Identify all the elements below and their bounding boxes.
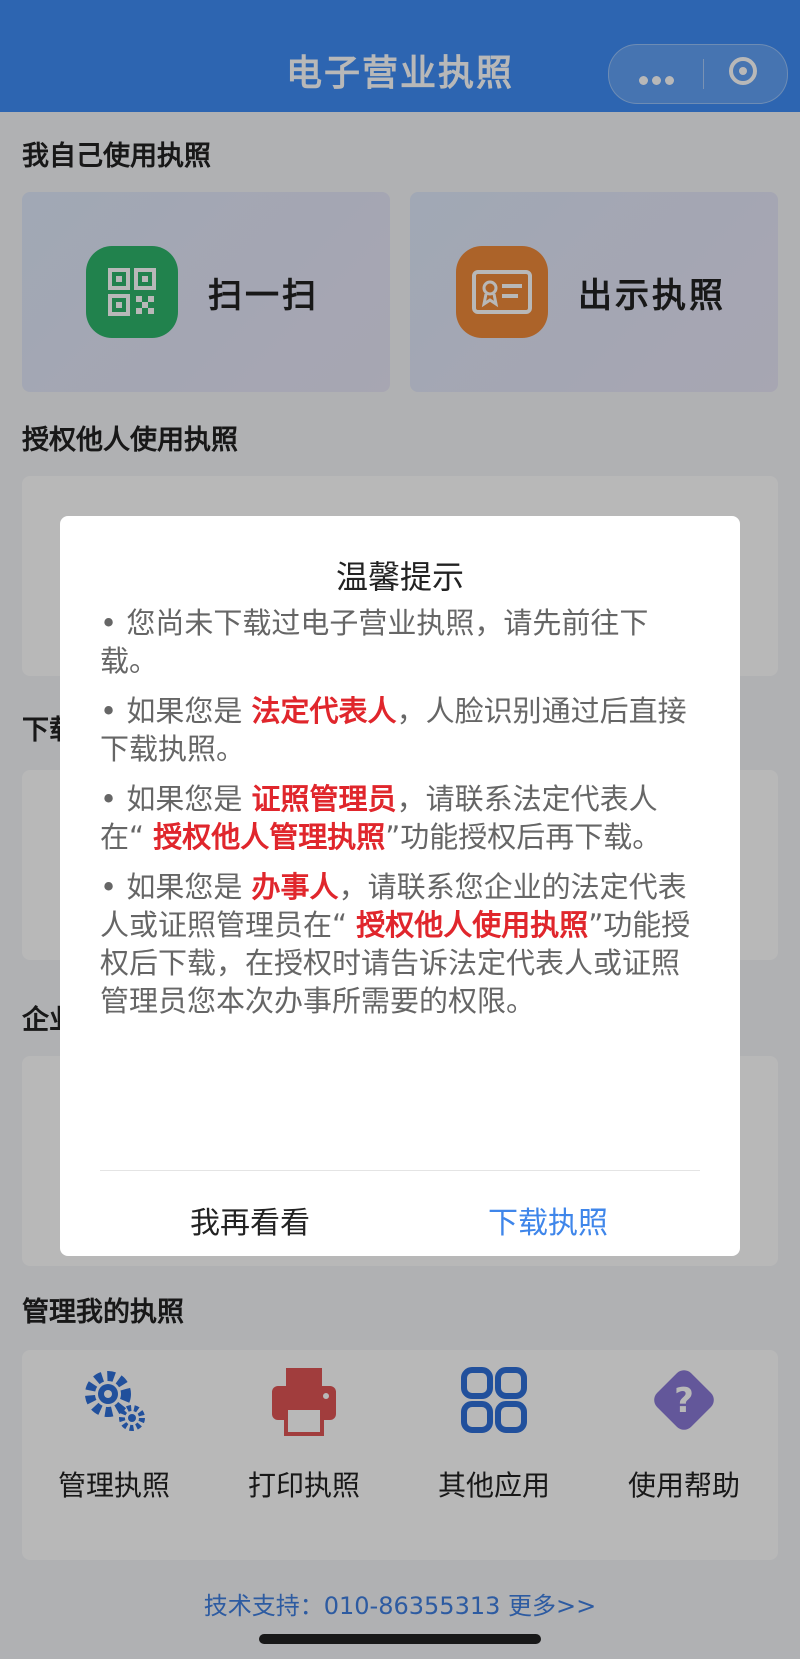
highlight-legal-rep: 法定代表人	[251, 694, 397, 728]
tip-paragraph-4: • 如果您是 办事人，请联系您企业的法定代表人或证照管理员在“ 授权他人使用执照…	[100, 868, 700, 1020]
highlight-agent: 办事人	[251, 870, 339, 904]
highlight-license-admin: 证照管理员	[251, 782, 397, 816]
tip-paragraph-1: • 您尚未下载过电子营业执照，请先前往下载。	[100, 604, 700, 680]
tip-text: • 如果您是	[100, 870, 252, 904]
tip-text: • 如果您是	[100, 694, 252, 728]
highlight-authorize-manage: 授权他人管理执照	[153, 820, 386, 854]
download-license-button[interactable]: 下载执照	[488, 1198, 608, 1242]
highlight-authorize-use: 授权他人使用执照	[356, 908, 589, 942]
dialog-content: • 您尚未下载过电子营业执照，请先前往下载。 • 如果您是 法定代表人，人脸识别…	[100, 604, 700, 1032]
tip-dialog: 温馨提示 • 您尚未下载过电子营业执照，请先前往下载。 • 如果您是 法定代表人…	[60, 516, 740, 1256]
dialog-title: 温馨提示	[335, 558, 464, 596]
dialog-divider	[100, 1170, 700, 1171]
tip-paragraph-2: • 如果您是 法定代表人，人脸识别通过后直接下载执照。	[100, 692, 700, 768]
tip-text: • 您尚未下载过电子营业执照，请先前往下载。	[100, 606, 649, 678]
cancel-button[interactable]: 我再看看	[190, 1198, 310, 1242]
tip-text: ”功能授权后再下载。	[385, 820, 662, 854]
tip-paragraph-3: • 如果您是 证照管理员，请联系法定代表人在“ 授权他人管理执照”功能授权后再下…	[100, 780, 700, 856]
tip-text: • 如果您是	[100, 782, 252, 816]
